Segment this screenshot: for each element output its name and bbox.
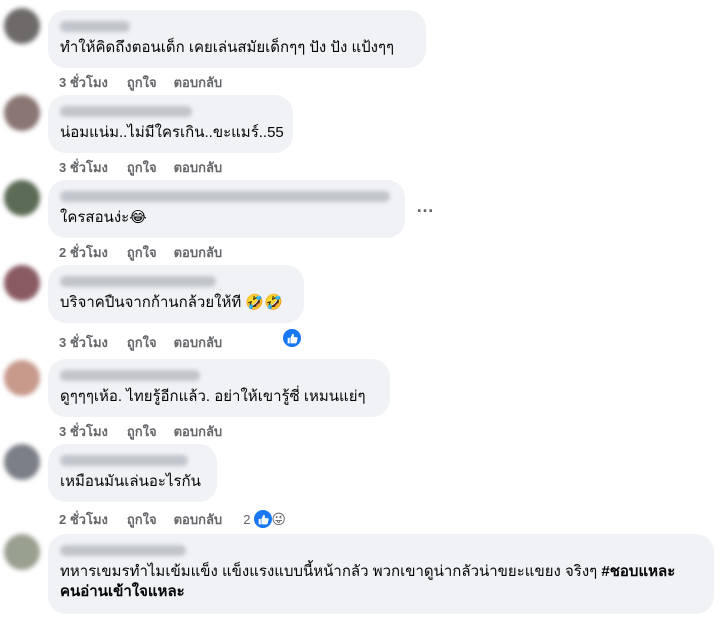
avatar[interactable] (4, 444, 40, 480)
like-reaction-icon[interactable] (281, 327, 303, 349)
comment-bubble: บริจาคปืนจากก้านกล้วยให้ที 🤣🤣 (48, 265, 304, 323)
like-button[interactable]: ถูกใจ (127, 72, 157, 93)
comment-bubble: ทหารเขมรทำไมเข้มแข็ง แข็งแรงแบบนี้หน้ากล… (48, 534, 714, 614)
avatar[interactable] (4, 360, 40, 396)
comment-text: ดูๆๆๆเห้อ. ไทยรู้อีกแล้ว. อย่าให้เขารู้ซ… (60, 388, 366, 405)
comment-time[interactable]: 3 ชั่วโมง (59, 332, 108, 353)
reaction-count: 2 (243, 511, 251, 527)
cut-off-time (59, 0, 63, 6)
comment-actions: 3 ชั่วโมง ถูกใจ ตอบกลับ (59, 421, 239, 442)
author-name-blurred[interactable] (60, 191, 390, 202)
author-name-blurred[interactable] (60, 370, 200, 381)
comment-text: บริจาคปืนจากก้านกล้วยให้ที 🤣🤣 (60, 294, 283, 311)
comment-text: ทำให้คิดถึงตอนเด็ก เคยเล่นสมัยเด็กๆๆ ปัง… (60, 39, 395, 56)
reply-button[interactable]: ตอบกลับ (174, 332, 223, 353)
like-button[interactable]: ถูกใจ (127, 242, 157, 263)
comment-text: เหมือนมันเล่นอะไรกัน (60, 473, 201, 490)
hashtag-link[interactable]: #ชอบแหละ (601, 563, 675, 580)
avatar[interactable] (4, 534, 40, 570)
reply-button[interactable]: ตอบกลับ (174, 421, 223, 442)
hashtag-link-continued[interactable]: คนอ่านเข้าใจแหละ (60, 583, 185, 600)
author-name-blurred[interactable] (60, 21, 130, 32)
like-button[interactable]: ถูกใจ (127, 421, 157, 442)
avatar[interactable] (4, 265, 40, 301)
comment-bubble: ใครสอนง่ะ😂 (48, 180, 405, 238)
comment-actions: 3 ชั่วโมง ถูกใจ ตอบกลับ (59, 332, 239, 353)
reply-button[interactable]: ตอบกลับ (174, 242, 223, 263)
like-button[interactable]: ถูกใจ (127, 157, 157, 178)
comment-time[interactable]: 3 ชั่วโมง (59, 157, 108, 178)
laughing-emoji-icon: 😜 (271, 511, 287, 527)
author-name-blurred[interactable] (60, 106, 192, 117)
comment-time[interactable]: 3 ชั่วโมง (59, 72, 108, 93)
comment-bubble: น่อมแน่ม..ไม่มีใครเกิน..ขะแมร์..55 (48, 95, 293, 153)
avatar[interactable] (4, 180, 40, 216)
comment-text-line2: คนอ่านเข้าใจแหละ (60, 582, 702, 602)
comment-actions: 3 ชั่วโมง ถูกใจ ตอบกลับ (59, 72, 239, 93)
author-name-blurred[interactable] (60, 276, 216, 287)
comment-bubble: ทำให้คิดถึงตอนเด็ก เคยเล่นสมัยเด็กๆๆ ปัง… (48, 10, 426, 68)
avatar[interactable] (4, 95, 40, 131)
comment-actions: 2 ชั่วโมง ถูกใจ ตอบกลับ (59, 242, 239, 263)
comment-text: น่อมแน่ม..ไม่มีใครเกิน..ขะแมร์..55 (60, 124, 284, 141)
cut-off-actions (59, 0, 63, 6)
comment-text: ใครสอนง่ะ😂 (60, 209, 147, 226)
reply-button[interactable]: ตอบกลับ (174, 157, 223, 178)
comment-text: ทหารเขมรทำไมเข้มแข็ง แข็งแรงแบบนี้หน้ากล… (60, 562, 702, 582)
reply-button[interactable]: ตอบกลับ (174, 509, 223, 530)
comment-bubble: เหมือนมันเล่นอะไรกัน (48, 444, 217, 502)
avatar[interactable] (4, 8, 40, 44)
reply-button[interactable]: ตอบกลับ (174, 72, 223, 93)
comment-time[interactable]: 3 ชั่วโมง (59, 421, 108, 442)
author-name-blurred[interactable] (60, 455, 188, 466)
like-button[interactable]: ถูกใจ (127, 332, 157, 353)
more-options-button[interactable]: … (416, 196, 435, 217)
author-name-blurred[interactable] (60, 545, 186, 556)
comment-time[interactable]: 2 ชั่วโมง (59, 509, 108, 530)
reactions-summary[interactable]: 2 😜 (243, 508, 286, 530)
comment-text-line1: ทหารเขมรทำไมเข้มแข็ง แข็งแรงแบบนี้หน้ากล… (60, 563, 602, 580)
comment-actions: 3 ชั่วโมง ถูกใจ ตอบกลับ (59, 157, 239, 178)
comment-actions: 2 ชั่วโมง ถูกใจ ตอบกลับ 2 😜 (59, 508, 286, 530)
comment-time[interactable]: 2 ชั่วโมง (59, 242, 108, 263)
like-button[interactable]: ถูกใจ (127, 509, 157, 530)
comment-bubble: ดูๆๆๆเห้อ. ไทยรู้อีกแล้ว. อย่าให้เขารู้ซ… (48, 359, 390, 417)
